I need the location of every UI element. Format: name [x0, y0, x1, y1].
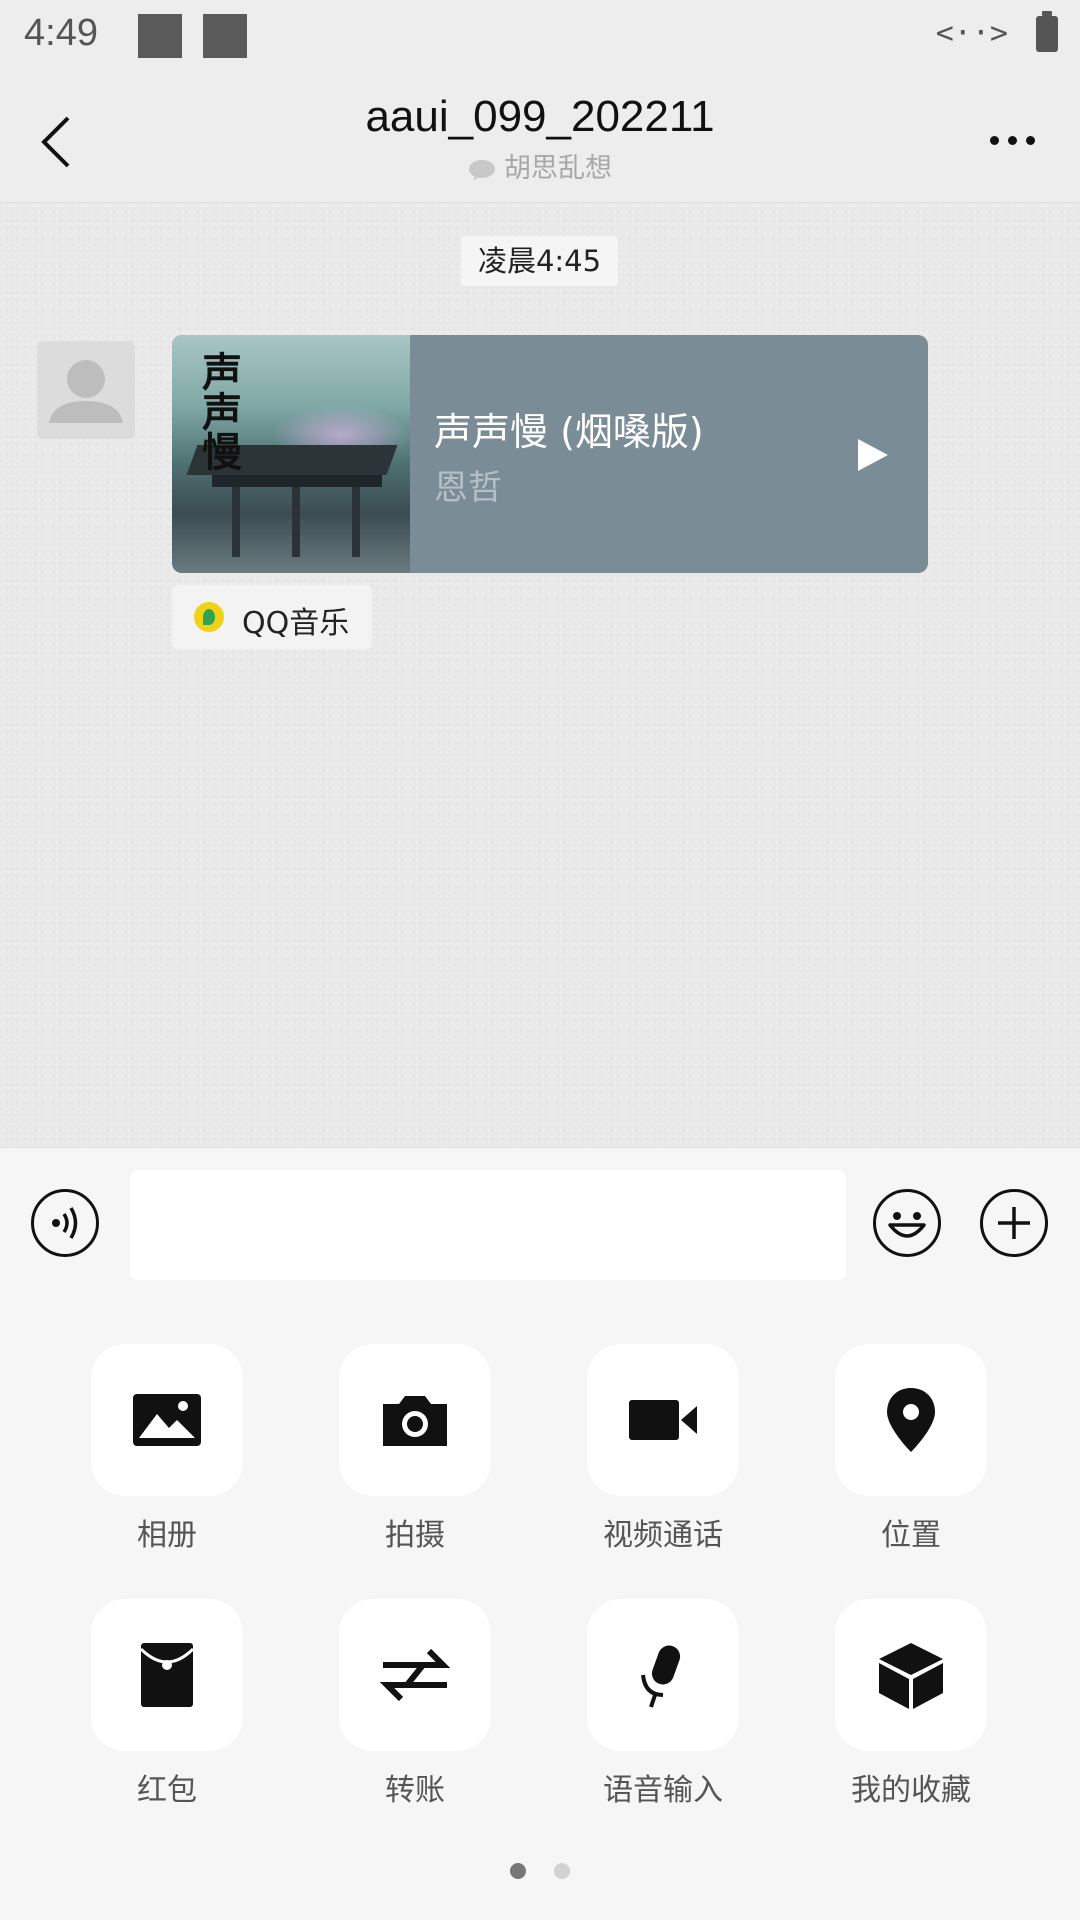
favorites-button[interactable] — [835, 1599, 987, 1751]
transfer-icon — [379, 1648, 451, 1702]
qq-music-logo-icon — [194, 602, 224, 632]
plus-icon — [998, 1207, 1030, 1239]
camera-icon — [383, 1396, 447, 1446]
message-list[interactable]: 凌晨4:45 声声慢 声声慢 (烟嗓版) 恩哲 QQ音乐 — [0, 203, 1080, 1147]
voice-input-label: 语音输入 — [603, 1773, 723, 1808]
voice-mode-button[interactable] — [31, 1189, 99, 1257]
chat-title: aaui_099_202211 — [365, 92, 715, 141]
favorites-icon — [879, 1643, 943, 1709]
red-packet-button[interactable] — [91, 1599, 243, 1751]
default-user-icon — [49, 360, 123, 423]
page-indicator — [0, 1863, 1080, 1883]
status-time: 4:49 — [24, 12, 98, 54]
page-dot-active[interactable] — [510, 1863, 526, 1879]
red-packet-icon — [139, 1643, 195, 1707]
chat-status-text: 胡思乱想 — [504, 153, 612, 184]
music-source-label: QQ音乐 — [242, 606, 350, 641]
more-options-icon[interactable] — [990, 130, 1044, 145]
message-input[interactable] — [130, 1170, 846, 1280]
music-share-card[interactable]: 声声慢 声声慢 (烟嗓版) 恩哲 — [172, 335, 928, 573]
network-code-icon: <··> — [935, 16, 1008, 51]
message-timestamp: 凌晨4:45 — [461, 236, 618, 286]
photo-icon — [133, 1394, 201, 1446]
album-cover-title: 声声慢 — [202, 349, 242, 476]
music-source-tag[interactable]: QQ音乐 — [172, 585, 372, 649]
chat-header: aaui_099_202211 胡思乱想 — [0, 74, 1080, 203]
video-call-button[interactable] — [587, 1344, 739, 1496]
avatar[interactable] — [37, 341, 135, 439]
song-artist: 恩哲 — [434, 468, 502, 508]
notification-icon — [203, 14, 247, 58]
red-packet-label: 红包 — [137, 1773, 197, 1808]
transfer-label: 转账 — [385, 1773, 445, 1808]
favorites-label: 我的收藏 — [851, 1773, 971, 1808]
transfer-button[interactable] — [339, 1599, 491, 1751]
voice-wave-icon — [52, 1207, 78, 1239]
battery-icon — [1036, 11, 1058, 52]
location-button[interactable] — [835, 1344, 987, 1496]
page-dot[interactable] — [554, 1863, 570, 1879]
video-call-label: 视频通话 — [603, 1518, 723, 1553]
video-call-icon — [629, 1400, 697, 1440]
play-icon[interactable] — [858, 439, 888, 471]
more-functions-button[interactable] — [980, 1189, 1048, 1257]
location-label: 位置 — [881, 1518, 941, 1553]
voice-input-button[interactable] — [587, 1599, 739, 1751]
camera-button[interactable] — [339, 1344, 491, 1496]
location-icon — [887, 1388, 935, 1452]
album-cover: 声声慢 — [172, 335, 410, 573]
photo-album-button[interactable] — [91, 1344, 243, 1496]
notification-icon — [138, 14, 182, 58]
chat-bubble-icon — [469, 159, 495, 181]
smiley-icon — [888, 1212, 926, 1238]
camera-label: 拍摄 — [385, 1518, 445, 1553]
microphone-icon — [641, 1645, 681, 1708]
song-title: 声声慢 (烟嗓版) — [434, 410, 704, 454]
photo-album-label: 相册 — [137, 1518, 197, 1553]
input-bar — [0, 1147, 1080, 1301]
status-bar: 4:49 <··> — [0, 0, 1080, 74]
emoji-button[interactable] — [873, 1189, 941, 1257]
chat-subtitle: 胡思乱想 — [0, 146, 1080, 185]
